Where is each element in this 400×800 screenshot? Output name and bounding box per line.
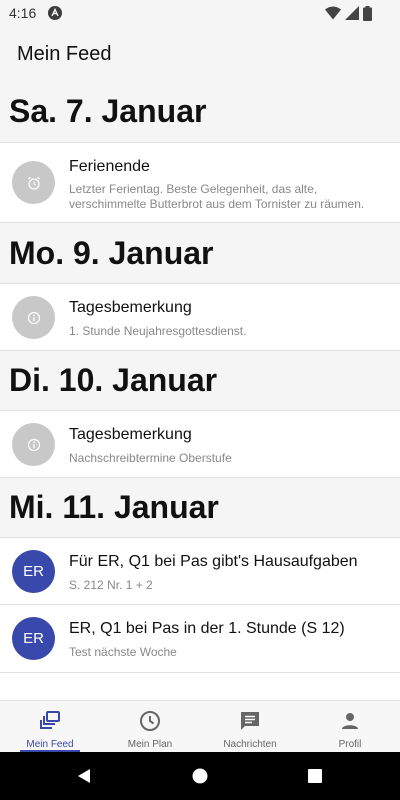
status-icons [325, 5, 372, 21]
feed-item[interactable]: ER ER, Q1 bei Pas in der 1. Stunde (S 12… [0, 605, 400, 673]
nav-label: Mein Plan [127, 739, 173, 750]
bottom-navigation: Mein Feed Mein Plan Nachrichten Profil [0, 700, 400, 752]
feed-item-title: ER, Q1 bei Pas in der 1. Stunde (S 12) [69, 620, 345, 637]
nav-label: Mein Feed [26, 739, 74, 750]
clock-icon [138, 709, 162, 733]
date-header: Sa. 7. Januar [0, 82, 400, 142]
feed-item-title: Tagesbemerkung [69, 426, 192, 443]
person-icon [338, 709, 362, 733]
page-title: Mein Feed [17, 43, 112, 65]
feed-item[interactable]: Ferienende Letzter Ferientag. Beste Gele… [0, 142, 400, 223]
status-bar: 4:16 [0, 0, 400, 26]
battery-icon [363, 5, 372, 21]
avatar-initials: ER [23, 630, 44, 647]
nav-label: Profil [338, 739, 362, 750]
feed-item[interactable]: ER Für ER, Q1 bei Pas gibt's Hausaufgabe… [0, 537, 400, 605]
avatar-initials: ER [23, 563, 44, 580]
feed-icon [38, 709, 62, 733]
feed-item-subtitle: Letzter Ferientag. Beste Gelegenheit, da… [69, 182, 365, 211]
feed-item-subtitle: Test nächste Woche [69, 645, 177, 659]
date-header: Mi. 11. Januar [0, 478, 400, 537]
feed-item-subtitle: Nachschreibtermine Oberstufe [69, 451, 232, 465]
feed-item-title: Ferienende [69, 158, 150, 175]
date-header-label: Di. 10. Januar [9, 362, 218, 398]
app-notification-icon [48, 6, 62, 20]
nav-item-nachrichten[interactable]: Nachrichten [200, 701, 300, 752]
recents-icon[interactable] [308, 769, 322, 788]
feed-item-subtitle: 1. Stunde Neujahresgottesdienst. [69, 324, 247, 338]
avatar: ER [12, 550, 55, 593]
status-time: 4:16 [9, 5, 37, 21]
system-navigation-bar [0, 752, 400, 800]
date-header: Di. 10. Januar [0, 351, 400, 410]
info-icon [12, 423, 55, 466]
nav-item-mein-feed[interactable]: Mein Feed [0, 701, 100, 752]
info-icon [12, 296, 55, 339]
wifi-icon [325, 6, 341, 20]
app-bar: Mein Feed [0, 26, 400, 82]
date-header-label: Mo. 9. Januar [9, 235, 214, 271]
signal-icon [345, 6, 359, 20]
feed-item-title: Für ER, Q1 bei Pas gibt's Hausaufgaben [69, 553, 358, 570]
message-icon [238, 709, 262, 733]
nav-label: Nachrichten [223, 739, 277, 750]
alarm-icon [12, 161, 55, 204]
feed-item[interactable]: Tagesbemerkung Nachschreibtermine Oberst… [0, 410, 400, 478]
feed-item[interactable]: Tagesbemerkung 1. Stunde Neujahresgottes… [0, 283, 400, 351]
feed-item-partial[interactable] [0, 673, 400, 700]
home-icon[interactable] [192, 768, 208, 789]
date-header-label: Sa. 7. Januar [9, 93, 207, 129]
avatar: ER [12, 617, 55, 660]
feed-list[interactable]: Sa. 7. Januar Ferienende Letzter Ferient… [0, 82, 400, 700]
nav-item-mein-plan[interactable]: Mein Plan [100, 701, 200, 752]
date-header-label: Mi. 11. Januar [9, 489, 219, 525]
feed-item-subtitle: S. 212 Nr. 1 + 2 [69, 578, 153, 592]
date-header: Mo. 9. Januar [0, 223, 400, 283]
nav-item-profil[interactable]: Profil [300, 701, 400, 752]
feed-item-title: Tagesbemerkung [69, 299, 192, 316]
back-icon[interactable] [76, 768, 92, 789]
